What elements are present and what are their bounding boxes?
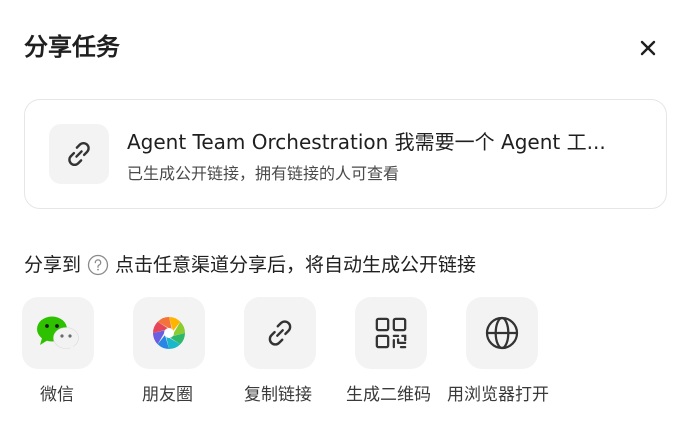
share-moments-label: 朋友圈	[142, 385, 193, 405]
wechat-icon	[37, 316, 79, 351]
close-button[interactable]	[634, 34, 662, 62]
generate-qr-label: 生成二维码	[346, 385, 431, 405]
close-icon	[640, 40, 656, 56]
globe-icon	[485, 316, 519, 350]
qr-tile[interactable]	[355, 297, 427, 369]
share-to-row: 分享到 点击任意渠道分享后，将自动生成公开链接	[24, 252, 476, 278]
share-to-label: 分享到	[24, 254, 82, 276]
wechat-tile[interactable]	[22, 297, 94, 369]
share-hint: 点击任意渠道分享后，将自动生成公开链接	[115, 254, 477, 276]
moments-tile[interactable]	[133, 297, 205, 369]
share-wechat-label: 微信	[40, 385, 74, 405]
share-task-dialog: 分享任务 Agent Team Orchestration 我需要一个 Agen…	[0, 0, 692, 434]
moments-icon	[153, 317, 185, 349]
question-circle-icon[interactable]	[87, 254, 109, 276]
copy-link-tile[interactable]	[244, 297, 316, 369]
qr-code-icon	[375, 317, 407, 349]
link-icon	[68, 141, 90, 167]
card-title: Agent Team Orchestration 我需要一个 Agent 工..…	[127, 130, 606, 154]
copy-link-label: 复制链接	[244, 385, 312, 405]
shared-task-card: Agent Team Orchestration 我需要一个 Agent 工..…	[24, 99, 667, 209]
browser-tile[interactable]	[466, 297, 538, 369]
link-icon	[268, 320, 292, 346]
dialog-title: 分享任务	[24, 33, 120, 61]
card-subtitle: 已生成公开链接，拥有链接的人可查看	[127, 164, 400, 183]
open-in-browser-label: 用浏览器打开	[447, 385, 549, 405]
card-link-icon-box	[49, 124, 109, 184]
